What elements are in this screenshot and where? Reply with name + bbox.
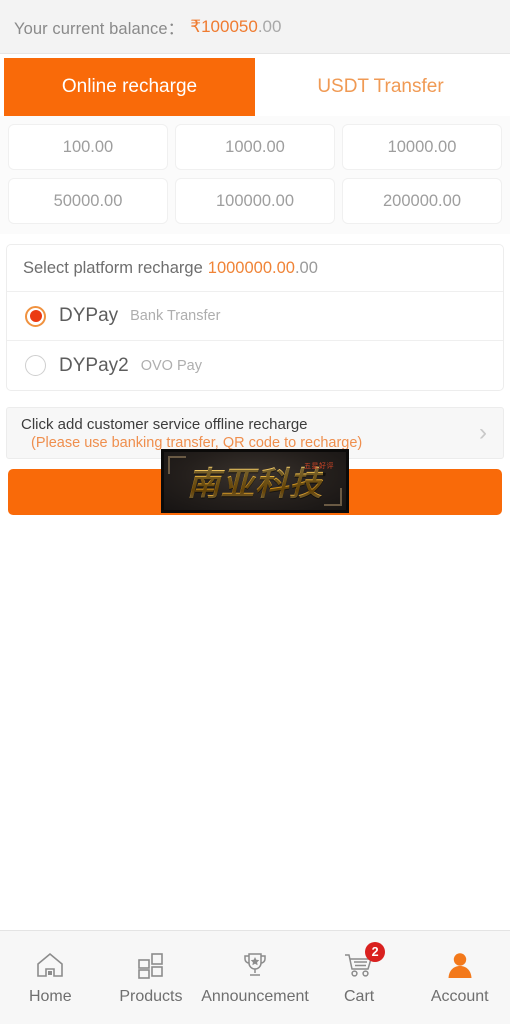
grid-icon (134, 949, 168, 981)
tab-usdt-transfer[interactable]: USDT Transfer (255, 58, 506, 116)
brand-logo-badge: 五星好评 (304, 462, 334, 470)
trophy-icon (238, 949, 272, 981)
cart-badge: 2 (365, 942, 386, 962)
platform-recharge-header: Select platform recharge 1000000.00 .00 (7, 245, 503, 292)
amount-preset-button[interactable]: 1000.00 (175, 124, 335, 170)
content-filler (0, 515, 510, 930)
nav-label: Cart (344, 988, 375, 1005)
brand-logo-text: 南亚科技 (187, 457, 323, 505)
payment-method-name: DYPay2 (59, 354, 129, 376)
chevron-right-icon: › (479, 419, 487, 446)
amount-preset-button[interactable]: 50000.00 (8, 178, 168, 224)
amount-preset-grid: 100.00 1000.00 10000.00 50000.00 100000.… (8, 124, 502, 224)
tab-online-recharge[interactable]: Online recharge (4, 58, 255, 116)
recharge-page: Your current balance： ₹100050 .00 Online… (0, 0, 510, 1024)
nav-item-announcement[interactable]: Announcement (201, 931, 309, 1024)
payment-method-subtitle: OVO Pay (140, 357, 202, 374)
offline-recharge-texts: Click add customer service offline recha… (21, 416, 479, 451)
balance-label: Your current balance： (14, 19, 185, 38)
balance-decimals: .00 (257, 16, 282, 36)
home-icon (33, 949, 67, 981)
nav-item-cart[interactable]: 2 Cart (309, 931, 410, 1024)
payment-method-subtitle: Bank Transfer (130, 308, 221, 324)
radio-unselected-icon[interactable] (25, 355, 46, 376)
amount-preset-button[interactable]: 100.00 (8, 124, 168, 170)
brand-logo-image: 南亚科技 五星好评 (161, 449, 349, 513)
payment-method-dypay2[interactable]: DYPay2 OVO Pay (7, 341, 503, 390)
platform-recharge-amount: 1000000.00 (207, 258, 295, 277)
platform-recharge-title: Select platform recharge (23, 258, 203, 277)
amount-preset-button[interactable]: 10000.00 (342, 124, 502, 170)
nav-label: Home (28, 988, 72, 1005)
recharge-method-tabs: Online recharge USDT Transfer (0, 54, 510, 116)
balance-header: Your current balance： ₹100050 .00 (0, 0, 510, 54)
amount-preset-button[interactable]: 100000.00 (175, 178, 335, 224)
nav-item-products[interactable]: Products (101, 931, 202, 1024)
payment-method-name: DYPay (59, 305, 119, 326)
submit-section: 南亚科技 五星好评 (8, 449, 502, 515)
platform-recharge-amount-decimals: .00 (294, 258, 318, 277)
nav-item-account[interactable]: Account (409, 931, 510, 1024)
platform-recharge-panel: Select platform recharge 1000000.00 .00 … (6, 244, 504, 391)
payment-method-dypay[interactable]: DYPay Bank Transfer (7, 292, 503, 341)
cart-icon: 2 (342, 942, 386, 981)
bottom-navigation: Home Products Announcement 2 Cart Accoun… (0, 930, 510, 1024)
nav-label: Account (430, 988, 489, 1005)
offline-recharge-title: Click add customer service offline recha… (21, 415, 308, 433)
person-icon (443, 949, 477, 981)
radio-selected-icon[interactable] (25, 305, 46, 327)
nav-label: Products (119, 988, 183, 1005)
balance-amount: ₹100050 (190, 16, 258, 36)
amount-preset-section: 100.00 1000.00 10000.00 50000.00 100000.… (0, 116, 510, 234)
nav-label: Announcement (201, 988, 309, 1005)
nav-item-home[interactable]: Home (0, 931, 101, 1024)
amount-preset-button[interactable]: 200000.00 (342, 178, 502, 224)
